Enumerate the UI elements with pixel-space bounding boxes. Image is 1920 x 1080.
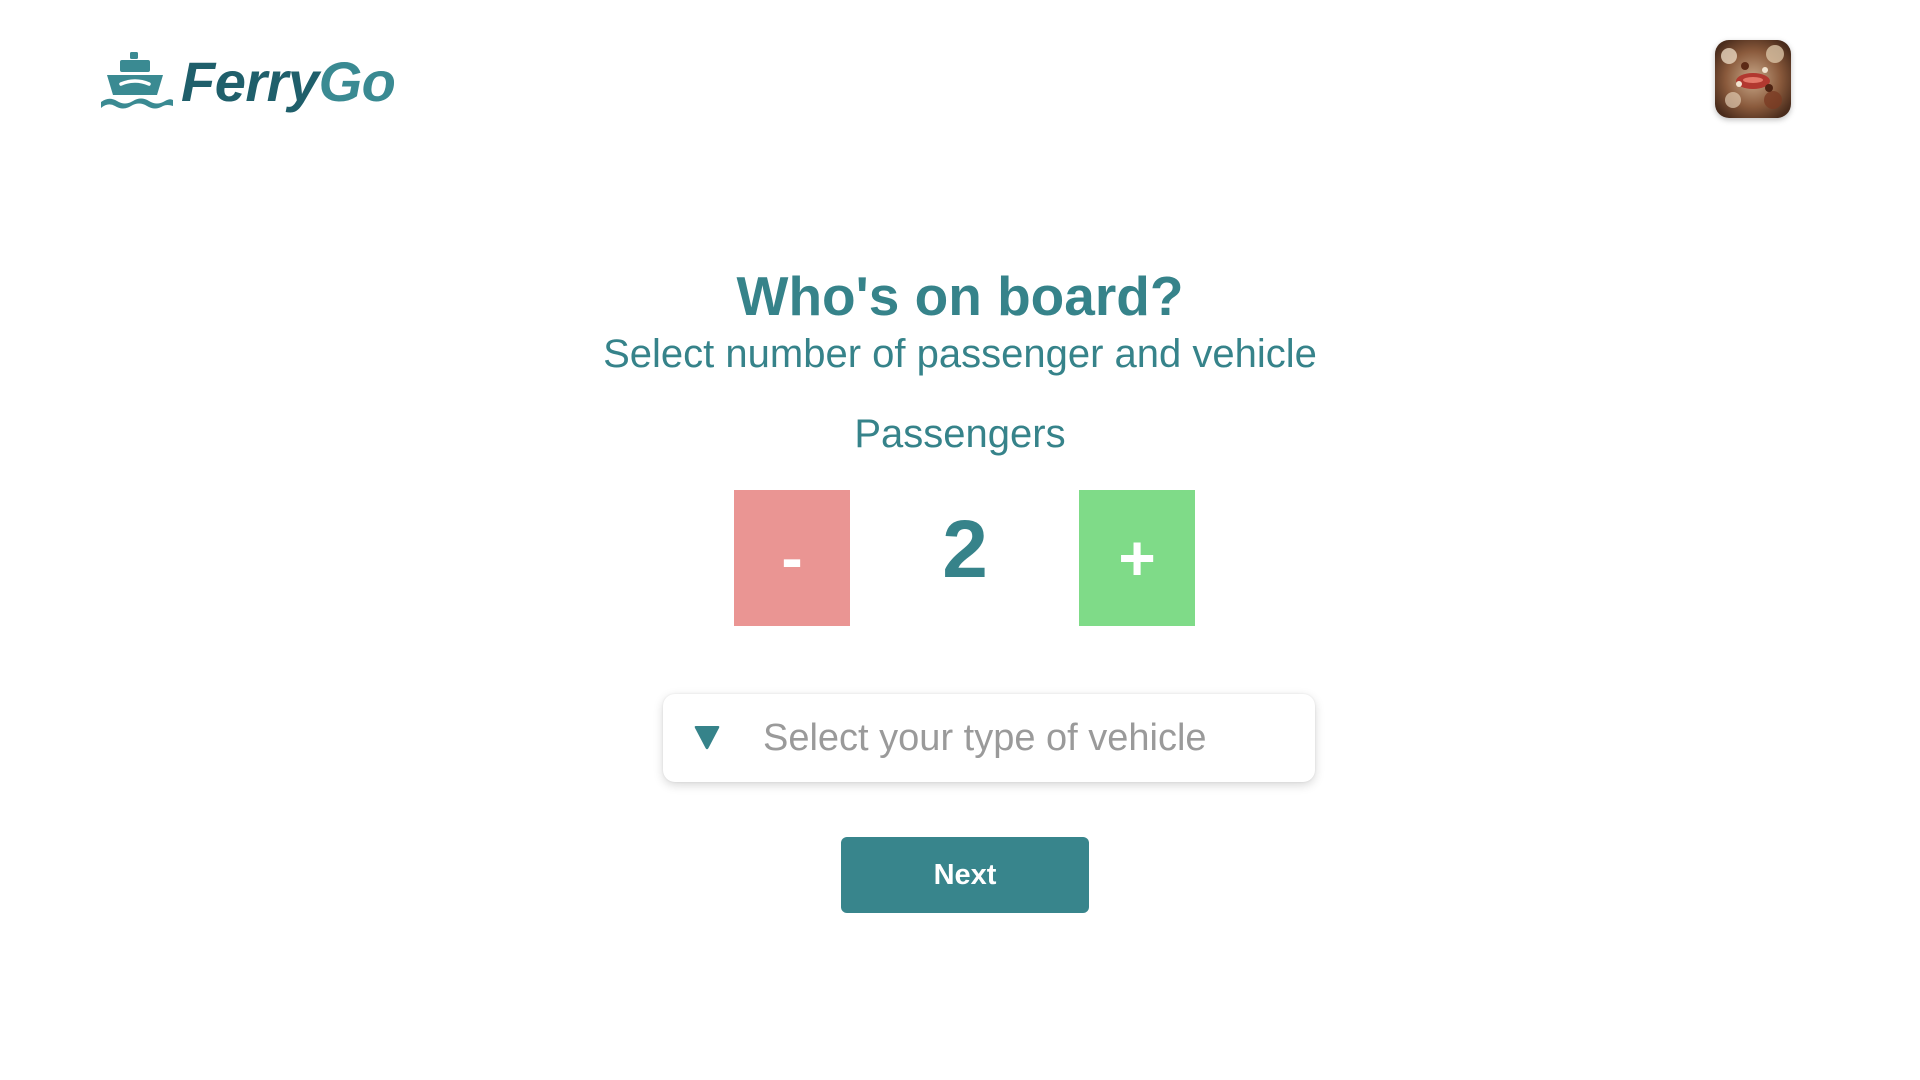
user-avatar[interactable]	[1715, 40, 1791, 118]
avatar-photo-icon	[1715, 40, 1791, 118]
vehicle-select-placeholder: Select your type of vehicle	[763, 716, 1207, 759]
vehicle-type-select[interactable]: Select your type of vehicle	[663, 694, 1315, 782]
logo-text-go: Go	[318, 50, 396, 113]
ferrygo-logo[interactable]: FerryGo	[101, 44, 396, 120]
caret-down-icon	[694, 726, 720, 750]
ship-icon	[101, 52, 173, 109]
logo-wordmark: FerryGo	[181, 54, 396, 110]
page-subtitle: Select number of passenger and vehicle	[603, 332, 1317, 376]
decrement-passengers-button[interactable]: -	[734, 490, 850, 626]
ferry-booking-page: FerryGo Who's on board? Select number of…	[0, 0, 1920, 1080]
passengers-label: Passengers	[854, 412, 1066, 456]
logo-text-ferry: Ferry	[181, 50, 319, 113]
next-button[interactable]: Next	[841, 837, 1089, 913]
passenger-count: 2	[942, 504, 988, 595]
page-title: Who's on board?	[736, 265, 1184, 327]
increment-passengers-button[interactable]: +	[1079, 490, 1195, 626]
